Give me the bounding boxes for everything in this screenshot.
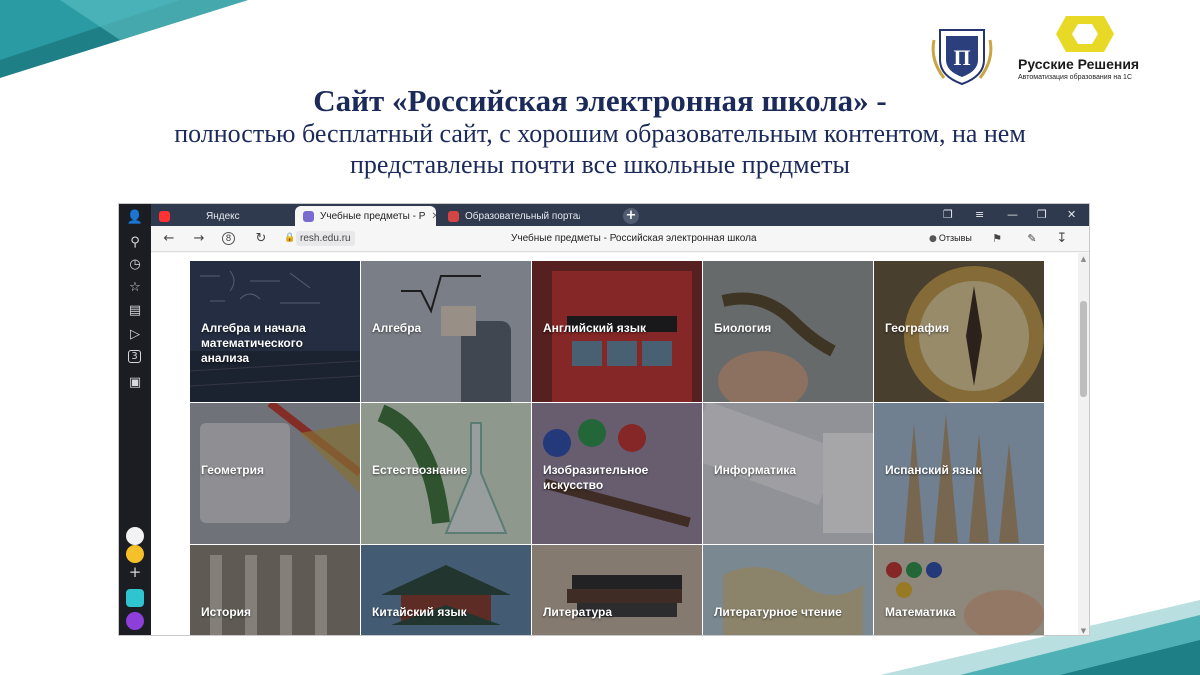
mail-app-icon[interactable] (126, 545, 144, 563)
subject-card[interactable]: Алгебра и начала математического анализа (190, 261, 360, 402)
slide-subtitle-line-1: полностью бесплатный сайт, с хорошим обр… (174, 119, 1026, 148)
slide-subtitle-line-2: представлены почти все школьные предметы (350, 150, 850, 179)
minimize-icon[interactable]: — (1007, 208, 1018, 221)
close-icon[interactable]: ✕ (431, 211, 436, 222)
page-viewport: Алгебра и начала математического анализа… (151, 253, 1089, 635)
subject-card[interactable]: Геометрия (190, 403, 360, 544)
subject-label: Алгебра (372, 321, 422, 335)
tile-shade (361, 545, 531, 635)
back-button[interactable]: ← (161, 231, 177, 247)
restore-icon[interactable]: ❐ (1037, 208, 1047, 221)
tab-label: Яндекс (206, 210, 240, 222)
subject-label: Литературное чтение (714, 605, 842, 619)
protect-icon[interactable]: 8 (222, 232, 235, 245)
subject-label: Испанский язык (885, 463, 982, 477)
subject-card[interactable]: Испанский язык (874, 403, 1044, 544)
rr-brand-name: Русские Решения (1018, 56, 1140, 72)
tile-shade (532, 545, 702, 635)
subject-label: Литература (543, 605, 613, 619)
subject-label: Биология (714, 321, 772, 335)
browser-window: 👤 ⚲ ◷ ☆ ▤ ▷ 3 ▣ + Яндекс Учебные предмет… (118, 203, 1090, 636)
subject-card[interactable]: Изобразительное искусство (532, 403, 702, 544)
subject-card[interactable]: Естествознание (361, 403, 531, 544)
subject-card[interactable]: Информатика (703, 403, 873, 544)
history-icon[interactable]: ◷ (127, 256, 143, 272)
reload-button[interactable]: ↻ (253, 231, 269, 247)
browser-sidebar: 👤 ⚲ ◷ ☆ ▤ ▷ 3 ▣ + (119, 204, 151, 635)
reviews-label: Отзывы (938, 233, 972, 243)
new-tab-button[interactable]: + (623, 208, 639, 224)
extensions-icon[interactable]: ✎ (1024, 231, 1040, 247)
yandex-icon (159, 210, 170, 222)
subject-label: Информатика (714, 463, 797, 477)
tab-label: Образовательный портал (465, 210, 580, 222)
subject-card[interactable]: Математика (874, 545, 1044, 635)
subjects-grid: Алгебра и начала математического анализа… (190, 261, 1044, 635)
petrovsky-college-logo: Π (926, 10, 998, 90)
subject-label: Алгебра и начала математического анализа (201, 321, 306, 365)
tile-shade (874, 545, 1044, 635)
page-title: Учебные предметы - Российская электронна… (511, 233, 757, 244)
subject-card[interactable]: Китайский язык (361, 545, 531, 635)
scroll-thumb[interactable] (1080, 301, 1087, 397)
subject-label: Естествознание (372, 463, 468, 477)
subject-card[interactable]: Литература (532, 545, 702, 635)
bell-icon[interactable]: ⚲ (127, 234, 143, 250)
russkie-resheniya-logo: Русские Решения Автоматизация образовани… (1018, 14, 1168, 94)
tabs-overview-icon[interactable]: ❐ (943, 208, 953, 221)
tile-shade (190, 545, 360, 635)
camera-icon[interactable]: ▣ (127, 374, 143, 390)
slide-heading: Сайт «Российская электронная школа» - по… (60, 84, 1140, 180)
subject-card[interactable]: История (190, 545, 360, 635)
tab-bar: Яндекс Учебные предметы - Р ✕ Образовате… (151, 204, 1089, 226)
tab-education-portal[interactable]: Образовательный портал (440, 206, 580, 226)
messenger-app-icon[interactable] (126, 589, 144, 607)
subject-label: Английский язык (543, 321, 646, 335)
subject-card[interactable]: Английский язык (532, 261, 702, 402)
svg-text:Π: Π (953, 45, 970, 70)
collections-icon[interactable]: ▤ (127, 302, 143, 318)
subject-label: Изобразительное искусство (543, 463, 649, 492)
menu-icon[interactable]: ≡ (975, 208, 984, 221)
play-icon[interactable]: ▷ (127, 326, 143, 342)
lock-icon: 🔒 (284, 233, 296, 243)
reviews-button[interactable]: ● Отзывы (929, 231, 972, 246)
tab-label: Учебные предметы - Р (320, 210, 426, 222)
url-field[interactable]: resh.edu.ru (296, 231, 355, 246)
profile-icon[interactable]: 👤 (127, 209, 143, 225)
bookmark-icon[interactable]: ⚑ (989, 231, 1005, 247)
tab-active-subjects[interactable]: Учебные предметы - Р ✕ (295, 206, 436, 226)
vertical-scrollbar[interactable]: ▲ ▼ (1078, 253, 1089, 635)
star-icon[interactable]: ☆ (127, 279, 143, 295)
address-bar: ← → 8 ↻ 🔒 resh.edu.ru Учебные предметы -… (151, 226, 1089, 252)
scroll-up-icon[interactable]: ▲ (1079, 255, 1088, 263)
subject-card[interactable]: Биология (703, 261, 873, 402)
tile-shade (703, 545, 873, 635)
counter-icon[interactable]: 3 (128, 350, 141, 363)
subject-label: Математика (885, 605, 956, 619)
download-icon[interactable]: ↧ (1054, 231, 1070, 247)
resh-icon (303, 210, 314, 222)
alice-app-icon[interactable] (126, 527, 144, 545)
subject-label: География (885, 321, 950, 335)
tab-yandex[interactable]: Яндекс (151, 206, 291, 226)
subject-card[interactable]: Литературное чтение (703, 545, 873, 635)
scroll-down-icon[interactable]: ▼ (1079, 627, 1088, 635)
add-app-icon[interactable]: + (127, 563, 143, 581)
close-window-icon[interactable]: ✕ (1067, 208, 1076, 221)
subject-card[interactable]: Алгебра (361, 261, 531, 402)
subject-label: Геометрия (201, 463, 265, 477)
portal-icon (448, 210, 459, 222)
college-crest-icon: Π (931, 29, 993, 86)
chat-icon: ● (929, 234, 937, 244)
slide-corner-top-left (0, 0, 248, 78)
rr-tagline: Автоматизация образования на 1С (1018, 74, 1133, 81)
slide-title: Сайт «Российская электронная школа» - (313, 83, 887, 118)
music-app-icon[interactable] (126, 612, 144, 630)
rr-logo-icon (1056, 16, 1114, 52)
subject-label: Китайский язык (372, 605, 467, 619)
forward-button[interactable]: → (191, 231, 207, 247)
subject-card[interactable]: География (874, 261, 1044, 402)
subject-label: История (201, 605, 252, 619)
